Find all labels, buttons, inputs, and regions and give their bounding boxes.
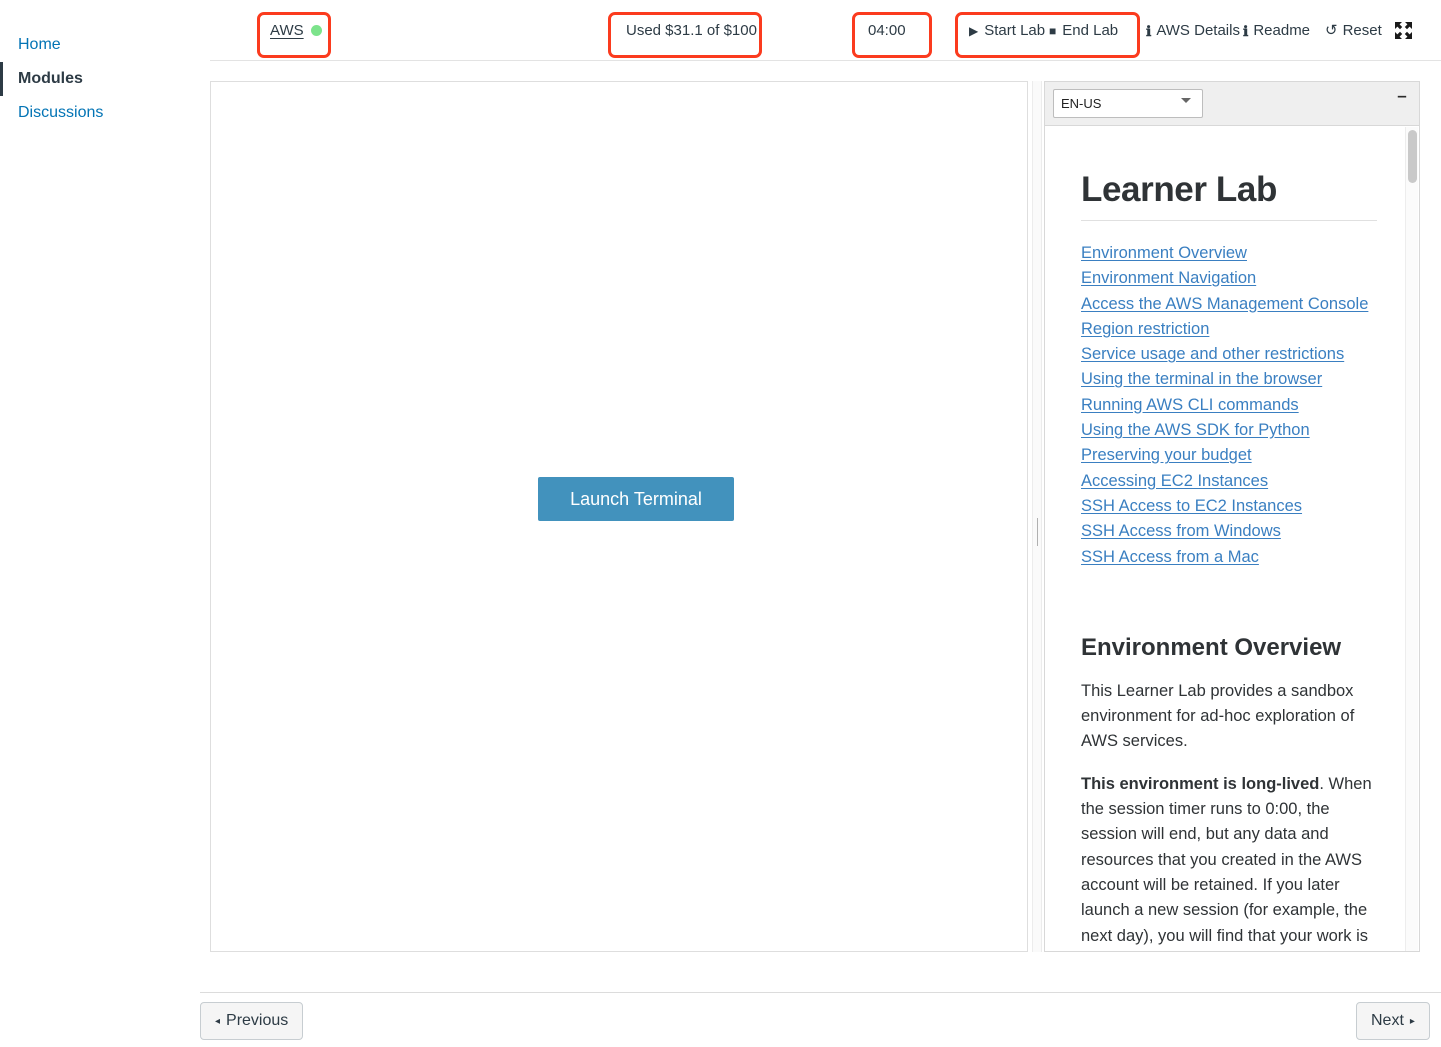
readme-button[interactable]: ℹ Readme (1243, 0, 1310, 61)
readme-label: Readme (1253, 22, 1311, 39)
panel-splitter[interactable] (1032, 81, 1042, 952)
table-of-contents: Environment Overview Environment Navigati… (1081, 241, 1379, 570)
aws-status-indicator[interactable]: AWS (270, 0, 322, 61)
session-timer: 04:00 (868, 22, 906, 39)
readme-scrollbar[interactable] (1405, 127, 1418, 951)
toolbar-divider (210, 60, 1441, 61)
readme-scroll-body: Learner Lab Environment Overview Environm… (1045, 126, 1419, 951)
toc-link[interactable]: SSH Access from a Mac (1081, 545, 1379, 570)
next-label: Next (1371, 1012, 1404, 1029)
paragraph-intro: This Learner Lab provides a sandbox envi… (1081, 681, 1355, 751)
left-arrow-icon: ◂ (215, 1015, 221, 1027)
readme-panel-header: EN-US – (1045, 82, 1419, 126)
toc-link[interactable]: Running AWS CLI commands (1081, 393, 1379, 418)
next-button[interactable]: Next ▸ (1356, 1002, 1430, 1040)
toc-link[interactable]: Using the terminal in the browser (1081, 367, 1379, 392)
reset-button[interactable]: ↺ Reset (1325, 0, 1382, 61)
aws-details-label: AWS Details (1156, 22, 1240, 39)
reset-label: Reset (1342, 22, 1382, 39)
toc-link[interactable]: Region restriction (1081, 317, 1379, 342)
readme-title: Learner Lab (1081, 170, 1277, 209)
launch-terminal-button[interactable]: Launch Terminal (538, 477, 734, 521)
lab-work-area: Launch Terminal EN-US – Learner Lab Envi… (210, 81, 1420, 952)
readme-panel: EN-US – Learner Lab Environment Overview… (1044, 81, 1420, 952)
fullscreen-icon (1395, 22, 1412, 39)
start-lab-label: Start Lab (984, 22, 1046, 39)
paragraph-bold-lead: This environment is long-lived (1081, 774, 1320, 793)
start-lab-button[interactable]: ▶ Start Lab (969, 0, 1045, 61)
toc-link[interactable]: Environment Navigation (1081, 266, 1379, 291)
lab-toolbar: AWS Used $31.1 of $100 04:00 ▶ Start Lab… (0, 0, 1441, 61)
toc-link[interactable]: SSH Access to EC2 Instances (1081, 494, 1379, 519)
info-icon: ℹ (1146, 22, 1152, 39)
terminal-panel: Launch Terminal (210, 81, 1028, 952)
paragraph-rest: . When the session timer runs to 0:00, t… (1081, 774, 1372, 945)
toc-link[interactable]: Access the AWS Management Console (1081, 292, 1379, 317)
toc-link[interactable]: Using the AWS SDK for Python (1081, 418, 1379, 443)
paragraph-long-lived: This environment is long-lived. When the… (1081, 772, 1379, 951)
info-icon: ℹ (1243, 22, 1249, 39)
sidebar-item-modules[interactable]: Modules (0, 62, 200, 96)
minimize-button[interactable]: – (1393, 86, 1411, 104)
toc-link[interactable]: Preserving your budget (1081, 443, 1379, 468)
toc-link[interactable]: Service usage and other restrictions (1081, 342, 1379, 367)
end-lab-button[interactable]: ■ End Lab (1049, 0, 1118, 61)
previous-button[interactable]: ◂ Previous (200, 1002, 304, 1040)
aws-status-dot (310, 25, 322, 36)
play-icon: ▶ (969, 23, 979, 38)
reset-icon: ↺ (1325, 22, 1338, 39)
aws-details-button[interactable]: ℹ AWS Details (1146, 0, 1240, 61)
right-arrow-icon: ▸ (1409, 1015, 1415, 1027)
pagination-divider (200, 992, 1441, 993)
readme-scrollbar-thumb[interactable] (1408, 130, 1417, 183)
aws-label: AWS (270, 22, 304, 39)
budget-used-label: Used $31.1 of $100 (626, 22, 757, 39)
sidebar-item-home[interactable]: Home (0, 28, 200, 62)
stop-icon: ■ (1049, 23, 1057, 38)
section-heading: Environment Overview (1081, 633, 1342, 661)
toc-link[interactable]: Environment Overview (1081, 241, 1379, 266)
toc-link[interactable]: SSH Access from Windows (1081, 519, 1379, 544)
readme-content: Learner Lab Environment Overview Environm… (1045, 126, 1405, 951)
language-select[interactable]: EN-US (1053, 89, 1203, 118)
toc-link[interactable]: Accessing EC2 Instances (1081, 469, 1379, 494)
course-navigation: Home Modules Discussions (0, 28, 200, 130)
fullscreen-button[interactable] (1394, 0, 1413, 61)
sidebar-item-discussions[interactable]: Discussions (0, 96, 200, 130)
end-lab-label: End Lab (1062, 22, 1119, 39)
title-divider (1081, 220, 1377, 221)
previous-label: Previous (226, 1012, 289, 1029)
splitter-handle[interactable] (1037, 518, 1038, 546)
